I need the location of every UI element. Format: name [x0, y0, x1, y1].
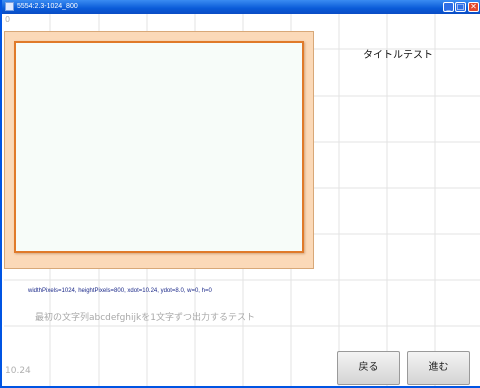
window-titlebar[interactable]: 5554:2.3-1024_800 _ □ ✕: [2, 0, 480, 14]
emulator-window: 5554:2.3-1024_800 _ □ ✕ 0 10.24 タイトルテスト …: [0, 0, 480, 388]
display-metrics-text: widthPixels=1024, heightPixels=800, xdot…: [28, 288, 212, 294]
page-title: タイトルテスト: [363, 50, 433, 61]
minimize-button[interactable]: _: [443, 2, 454, 12]
coordinate-scale-label: 10.24: [5, 366, 31, 376]
emulator-icon: [5, 2, 14, 11]
maximize-button[interactable]: □: [455, 2, 466, 12]
image-canvas: [14, 41, 304, 253]
forward-button[interactable]: 進む: [407, 351, 470, 385]
back-button[interactable]: 戻る: [337, 351, 400, 385]
app-screen: 0 10.24 タイトルテスト widthPixels=1024, height…: [4, 14, 480, 386]
image-frame: [4, 31, 314, 269]
coordinate-origin-label: 0: [5, 15, 11, 24]
typewriter-text: 最初の文字列abcdefghijkを1文字ずつ出力するテスト: [35, 313, 255, 323]
window-title: 5554:2.3-1024_800: [17, 3, 78, 10]
close-button[interactable]: ✕: [468, 2, 479, 12]
